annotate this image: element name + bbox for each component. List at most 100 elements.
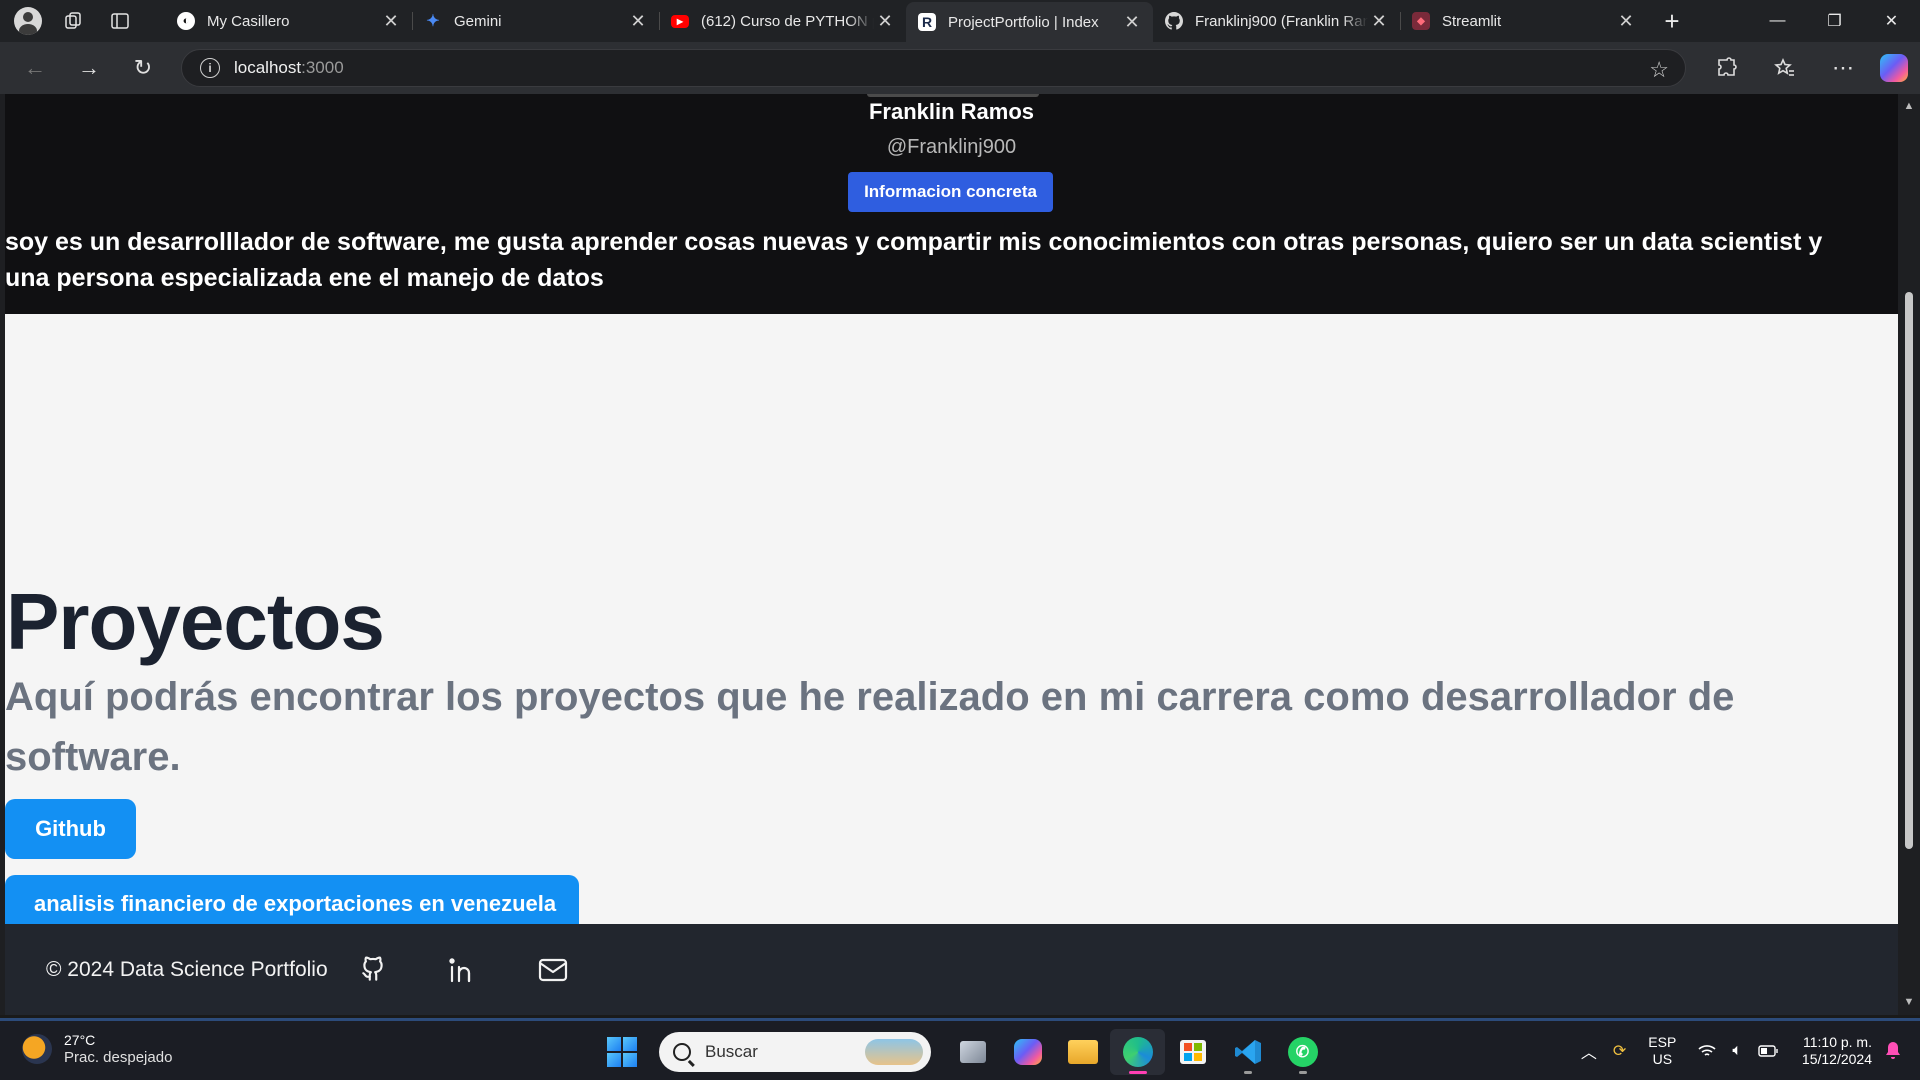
more-options-icon[interactable]: ⋯: [1814, 42, 1872, 94]
restore-button[interactable]: ❐: [1806, 0, 1863, 42]
streamlit-favicon: ◆: [1412, 12, 1430, 30]
browser-tab-strip: ◐ My Casillero ✕ ✦ Gemini ✕ ▶ (612) Curs…: [0, 0, 1920, 42]
close-icon[interactable]: ✕: [1368, 10, 1390, 32]
tab-title: Gemini: [454, 12, 502, 30]
profile-hero-section: Franklin Ramos @Franklinj900 Informacion…: [5, 94, 1898, 314]
whatsapp-icon[interactable]: ✆: [1275, 1029, 1330, 1075]
avatar: [867, 94, 1039, 97]
casillero-favicon: ◐: [177, 12, 195, 30]
close-icon[interactable]: ✕: [627, 10, 649, 32]
tab-project-portfolio[interactable]: R ProjectPortfolio | Index ✕: [906, 2, 1153, 42]
toolbar-right: ⋯: [1698, 42, 1920, 94]
system-tray: ︿ ⟳ ESP US 🔈︎ 11:10 p. m. 15/12/2024: [1573, 1021, 1920, 1080]
github-favicon: [1165, 12, 1183, 30]
info-button[interactable]: Informacion concreta: [848, 172, 1053, 212]
profile-bio: soy es un desarrolllador de software, me…: [5, 228, 1823, 292]
volume-icon[interactable]: 🔈︎: [1732, 1042, 1742, 1060]
close-icon[interactable]: ✕: [1121, 11, 1143, 33]
windows-start-icon[interactable]: [607, 1037, 637, 1067]
linkedin-icon[interactable]: [446, 953, 480, 987]
copilot-icon[interactable]: [1880, 54, 1908, 82]
copilot-app-icon[interactable]: [1000, 1029, 1055, 1075]
weather-desc: Prac. despejado: [64, 1049, 173, 1066]
file-explorer-icon[interactable]: [1055, 1029, 1110, 1075]
projects-subtitle: Aquí podrás encontrar los proyectos que …: [5, 675, 1735, 779]
close-icon[interactable]: ✕: [874, 10, 896, 32]
refresh-icon[interactable]: ↻: [116, 42, 170, 94]
language-indicator[interactable]: ESP US: [1648, 1034, 1676, 1068]
profile-avatar-icon[interactable]: [14, 7, 42, 35]
scrollbar-thumb[interactable]: [1905, 292, 1913, 849]
running-indicator: [1244, 1071, 1252, 1074]
wifi-icon[interactable]: [1698, 1044, 1716, 1058]
search-highlight-image: [865, 1039, 923, 1065]
react-favicon: R: [918, 13, 936, 31]
profile-handle: @Franklinj900: [886, 136, 1017, 158]
clock-time: 11:10 p. m.: [1802, 1033, 1872, 1050]
close-icon[interactable]: ✕: [380, 10, 402, 32]
scroll-up-icon[interactable]: ▲: [1903, 100, 1915, 112]
tab-title: (612) Curso de PYTHON para: [701, 12, 874, 30]
tab-title: My Casillero: [207, 12, 290, 30]
tab-my-casillero[interactable]: ◐ My Casillero ✕: [165, 0, 412, 42]
vertical-tabs-icon[interactable]: [106, 7, 134, 35]
page-viewport: Franklin Ramos @Franklinj900 Informacion…: [5, 94, 1898, 1015]
search-placeholder: Buscar: [705, 1042, 758, 1061]
tab-strip-left-controls: [0, 7, 165, 35]
github-icon[interactable]: [356, 953, 390, 987]
weather-widget[interactable]: 27°C Prac. despejado: [22, 1031, 172, 1067]
address-bar[interactable]: i localhost:3000 ☆: [181, 49, 1686, 87]
sync-icon[interactable]: ⟳: [1613, 1041, 1626, 1061]
url-host: localhost: [234, 58, 302, 77]
back-arrow-icon[interactable]: ←: [8, 42, 62, 94]
new-tab-button[interactable]: +: [1647, 0, 1697, 42]
browser-toolbar: ← → ↻ i localhost:3000 ☆ ⋯: [0, 42, 1920, 94]
address-url[interactable]: localhost:3000: [234, 58, 344, 78]
tab-streamlit[interactable]: ◆ Streamlit ✕: [1400, 0, 1647, 42]
vscode-icon[interactable]: [1220, 1029, 1275, 1075]
extensions-icon[interactable]: [1698, 42, 1756, 94]
favorite-star-icon[interactable]: ☆: [1649, 57, 1669, 83]
taskbar-clock[interactable]: 11:10 p. m. 15/12/2024: [1802, 1034, 1872, 1068]
site-info-icon[interactable]: i: [200, 58, 220, 78]
running-indicator: [1299, 1071, 1307, 1074]
profile-name: Franklin Ramos: [868, 99, 1035, 124]
minimize-button[interactable]: —: [1749, 0, 1806, 42]
tab-github[interactable]: Franklinj900 (Franklin Ramos) ✕: [1153, 0, 1400, 42]
tab-title: Streamlit: [1442, 12, 1502, 30]
scroll-down-icon[interactable]: ▼: [1903, 996, 1915, 1008]
edge-browser-icon[interactable]: [1110, 1029, 1165, 1075]
windows-taskbar: 27°C Prac. despejado Buscar ✆ ︿ ⟳ ESP US…: [0, 1018, 1920, 1080]
taskbar-search[interactable]: Buscar: [659, 1032, 931, 1072]
page-scrollbar[interactable]: ▲ ▼: [1898, 94, 1920, 1015]
taskbar-apps: Buscar ✆: [607, 1029, 1330, 1075]
battery-icon[interactable]: [1758, 1044, 1778, 1057]
projects-title: Proyectos: [6, 577, 385, 666]
weather-moon-icon: [22, 1034, 52, 1064]
chevron-up-icon[interactable]: ︿: [1581, 1039, 1597, 1063]
workspaces-icon[interactable]: [60, 7, 88, 35]
gemini-favicon: ✦: [426, 13, 440, 30]
weather-temp: 27°C: [64, 1032, 96, 1048]
window-controls: — ❐ ✕: [1749, 0, 1920, 42]
search-icon: [673, 1043, 691, 1061]
forward-arrow-icon[interactable]: →: [62, 42, 116, 94]
tab-title: ProjectPortfolio | Index: [948, 13, 1099, 31]
tab-gemini[interactable]: ✦ Gemini ✕: [412, 0, 659, 42]
microsoft-store-icon[interactable]: [1165, 1029, 1220, 1075]
tab-youtube[interactable]: ▶ (612) Curso de PYTHON para ✕: [659, 0, 906, 42]
mail-icon[interactable]: [536, 953, 570, 987]
task-view-icon[interactable]: [945, 1029, 1000, 1075]
url-port: :3000: [301, 58, 344, 77]
site-footer: © 2024 Data Science Portfolio: [5, 924, 1898, 1015]
github-button[interactable]: Github: [5, 799, 136, 859]
youtube-favicon: ▶: [671, 14, 689, 28]
lang-line1: ESP: [1648, 1033, 1677, 1050]
favorites-icon[interactable]: [1756, 42, 1814, 94]
tab-title: Franklinj900 (Franklin Ramos): [1195, 12, 1368, 30]
close-window-button[interactable]: ✕: [1863, 0, 1920, 42]
notification-bell-icon[interactable]: [1884, 1041, 1904, 1061]
close-icon[interactable]: ✕: [1615, 10, 1637, 32]
clock-date: 15/12/2024: [1801, 1050, 1872, 1067]
lang-line2: US: [1652, 1050, 1673, 1067]
